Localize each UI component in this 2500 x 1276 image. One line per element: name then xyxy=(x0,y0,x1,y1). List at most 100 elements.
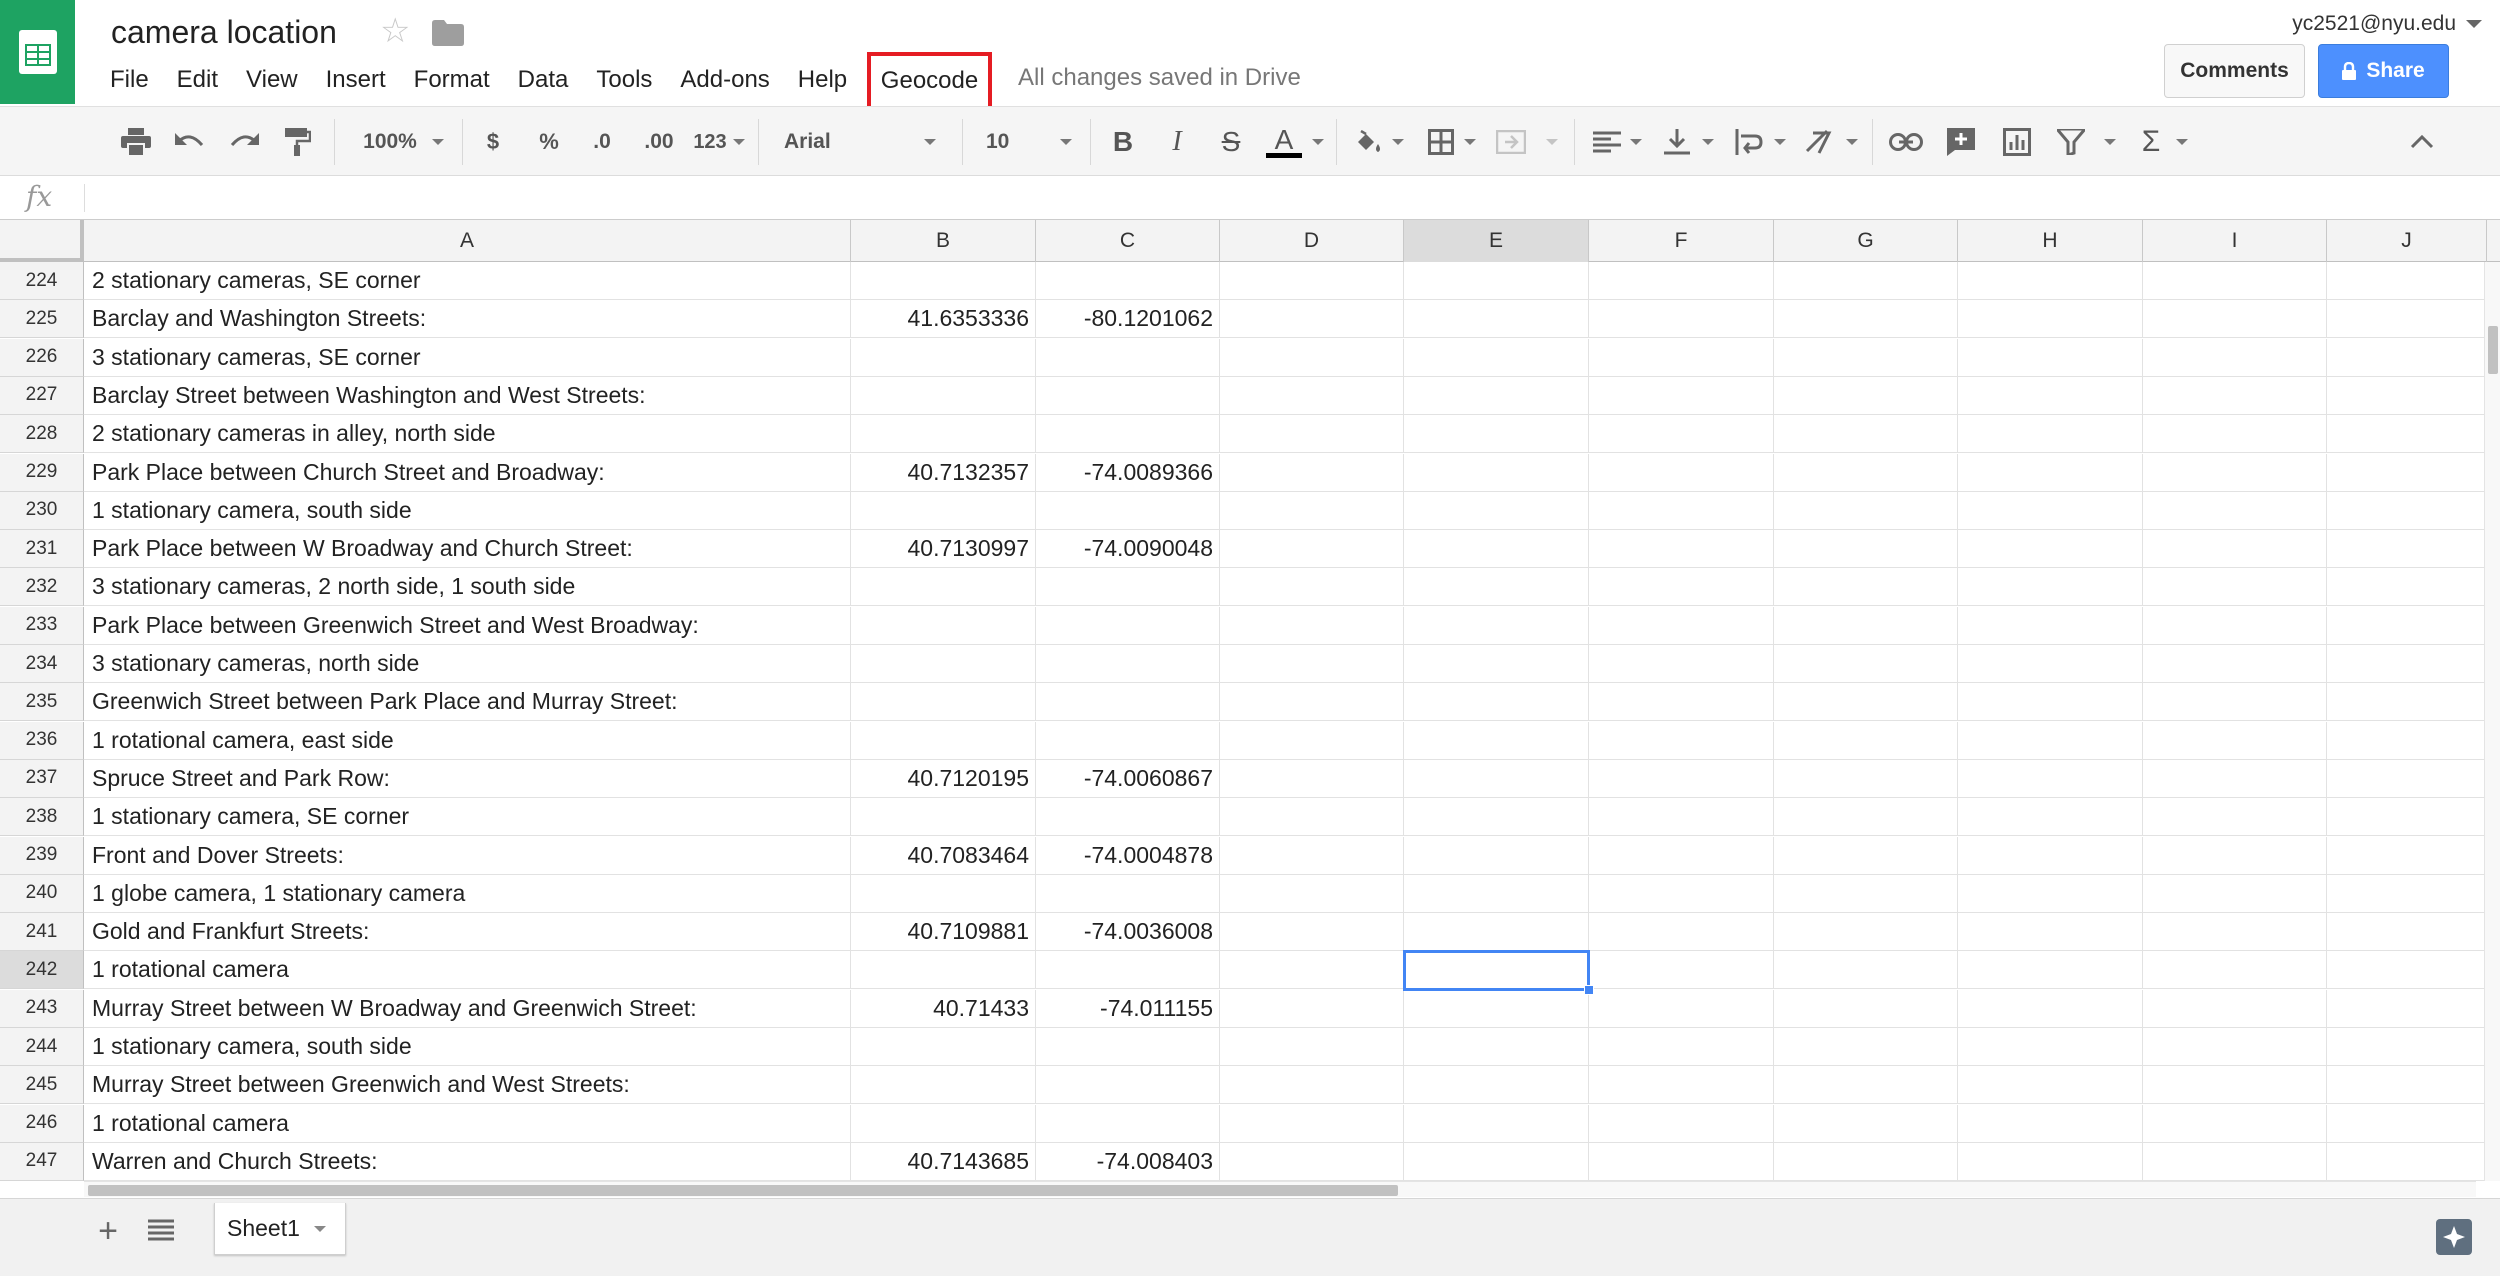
cell-d240[interactable] xyxy=(1220,874,1404,913)
cell-h228[interactable] xyxy=(1958,415,2143,454)
menu-geocode-highlight[interactable]: Geocode xyxy=(867,52,992,110)
cell-d224[interactable] xyxy=(1220,262,1404,300)
cell-g236[interactable] xyxy=(1774,721,1958,760)
cell-g227[interactable] xyxy=(1774,376,1958,415)
menu-geocode[interactable]: Geocode xyxy=(881,67,978,95)
explore-icon[interactable] xyxy=(2436,1219,2472,1255)
cell-e246[interactable] xyxy=(1404,1104,1589,1143)
cell-g235[interactable] xyxy=(1774,683,1958,722)
cell-h239[interactable] xyxy=(1958,836,2143,875)
cell-a240[interactable]: 1 globe camera, 1 stationary camera xyxy=(84,874,851,913)
star-icon[interactable]: ☆ xyxy=(380,14,410,48)
cell-e237[interactable] xyxy=(1404,759,1589,798)
cell-d225[interactable] xyxy=(1220,300,1404,339)
menu-file[interactable]: File xyxy=(110,66,149,94)
row-header[interactable]: 226 xyxy=(0,338,84,377)
cell-h237[interactable] xyxy=(1958,759,2143,798)
cell-e238[interactable] xyxy=(1404,798,1589,837)
borders-icon[interactable] xyxy=(1424,107,1458,177)
row-header[interactable]: 244 xyxy=(0,1028,84,1066)
cell-a226[interactable]: 3 stationary cameras, SE corner xyxy=(84,338,851,377)
cell-e243[interactable] xyxy=(1404,989,1589,1028)
cell-g238[interactable] xyxy=(1774,798,1958,837)
column-header-d[interactable]: D xyxy=(1220,220,1404,262)
cell-j224[interactable] xyxy=(2327,262,2487,300)
cell-a241[interactable]: Gold and Frankfurt Streets: xyxy=(84,913,851,952)
column-header-b[interactable]: B xyxy=(851,220,1036,262)
cell-h232[interactable] xyxy=(1958,568,2143,607)
row-header[interactable]: 245 xyxy=(0,1066,84,1105)
cell-h247[interactable] xyxy=(1958,1142,2143,1181)
row-header[interactable]: 227 xyxy=(0,376,84,415)
cell-i246[interactable] xyxy=(2143,1104,2327,1143)
cell-b230[interactable] xyxy=(851,491,1036,530)
text-rotation-icon[interactable] xyxy=(1802,107,1838,177)
cell-j236[interactable] xyxy=(2327,721,2487,760)
cell-b247[interactable]: 40.7143685 xyxy=(851,1142,1036,1181)
cell-h235[interactable] xyxy=(1958,683,2143,722)
cell-j245[interactable] xyxy=(2327,1066,2487,1105)
cell-d243[interactable] xyxy=(1220,989,1404,1028)
cell-c229[interactable]: -74.0089366 xyxy=(1036,453,1220,492)
cell-f231[interactable] xyxy=(1589,530,1774,569)
cell-f245[interactable] xyxy=(1589,1066,1774,1105)
formula-input[interactable] xyxy=(96,184,2476,212)
cell-c232[interactable] xyxy=(1036,568,1220,607)
cell-a224[interactable]: 2 stationary cameras, SE corner xyxy=(84,262,851,300)
cell-g239[interactable] xyxy=(1774,836,1958,875)
cell-a236[interactable]: 1 rotational camera, east side xyxy=(84,721,851,760)
cell-b236[interactable] xyxy=(851,721,1036,760)
print-icon[interactable] xyxy=(116,107,156,177)
cell-j235[interactable] xyxy=(2327,683,2487,722)
spreadsheet-grid[interactable]: ABCDEFGHIJ 224 2 stationary cameras, SE c… xyxy=(0,220,2500,1185)
cell-a235[interactable]: Greenwich Street between Park Place and … xyxy=(84,683,851,722)
cell-j229[interactable] xyxy=(2327,453,2487,492)
cell-e239[interactable] xyxy=(1404,836,1589,875)
cell-i236[interactable] xyxy=(2143,721,2327,760)
cell-c230[interactable] xyxy=(1036,491,1220,530)
cell-g234[interactable] xyxy=(1774,645,1958,683)
cell-i237[interactable] xyxy=(2143,759,2327,798)
cell-a233[interactable]: Park Place between Greenwich Street and … xyxy=(84,606,851,645)
cell-g230[interactable] xyxy=(1774,491,1958,530)
cell-i243[interactable] xyxy=(2143,989,2327,1028)
cell-a228[interactable]: 2 stationary cameras in alley, north sid… xyxy=(84,415,851,454)
cell-j242[interactable] xyxy=(2327,951,2487,990)
cell-g244[interactable] xyxy=(1774,1028,1958,1066)
cell-j237[interactable] xyxy=(2327,759,2487,798)
cell-i228[interactable] xyxy=(2143,415,2327,454)
row-header[interactable]: 243 xyxy=(0,989,84,1028)
increase-decimal-button[interactable]: .00 xyxy=(634,107,684,177)
cell-g247[interactable] xyxy=(1774,1142,1958,1181)
row-header[interactable]: 236 xyxy=(0,721,84,760)
cell-f229[interactable] xyxy=(1589,453,1774,492)
vertical-scrollbar[interactable] xyxy=(2484,262,2500,1181)
row-header[interactable]: 246 xyxy=(0,1104,84,1143)
cell-g241[interactable] xyxy=(1774,913,1958,952)
cell-d232[interactable] xyxy=(1220,568,1404,607)
cell-f234[interactable] xyxy=(1589,645,1774,683)
cell-b229[interactable]: 40.7132357 xyxy=(851,453,1036,492)
cell-j233[interactable] xyxy=(2327,606,2487,645)
cell-a239[interactable]: Front and Dover Streets: xyxy=(84,836,851,875)
cell-b232[interactable] xyxy=(851,568,1036,607)
cell-g226[interactable] xyxy=(1774,338,1958,377)
merge-cells-icon[interactable] xyxy=(1494,107,1528,177)
fill-handle[interactable] xyxy=(1584,984,1594,995)
cell-i244[interactable] xyxy=(2143,1028,2327,1066)
cell-b239[interactable]: 40.7083464 xyxy=(851,836,1036,875)
cell-j228[interactable] xyxy=(2327,415,2487,454)
cell-c244[interactable] xyxy=(1036,1028,1220,1066)
text-wrapping-icon[interactable] xyxy=(1732,107,1766,177)
cell-d242[interactable] xyxy=(1220,951,1404,990)
cell-a245[interactable]: Murray Street between Greenwich and West… xyxy=(84,1066,851,1105)
cell-h240[interactable] xyxy=(1958,874,2143,913)
cell-g246[interactable] xyxy=(1774,1104,1958,1143)
cell-f230[interactable] xyxy=(1589,491,1774,530)
cell-j231[interactable] xyxy=(2327,530,2487,569)
cell-i240[interactable] xyxy=(2143,874,2327,913)
vertical-scroll-thumb[interactable] xyxy=(2488,326,2498,374)
cell-a238[interactable]: 1 stationary camera, SE corner xyxy=(84,798,851,837)
account-email[interactable]: yc2521@nyu.edu xyxy=(2292,12,2456,36)
folder-icon[interactable] xyxy=(432,20,464,51)
